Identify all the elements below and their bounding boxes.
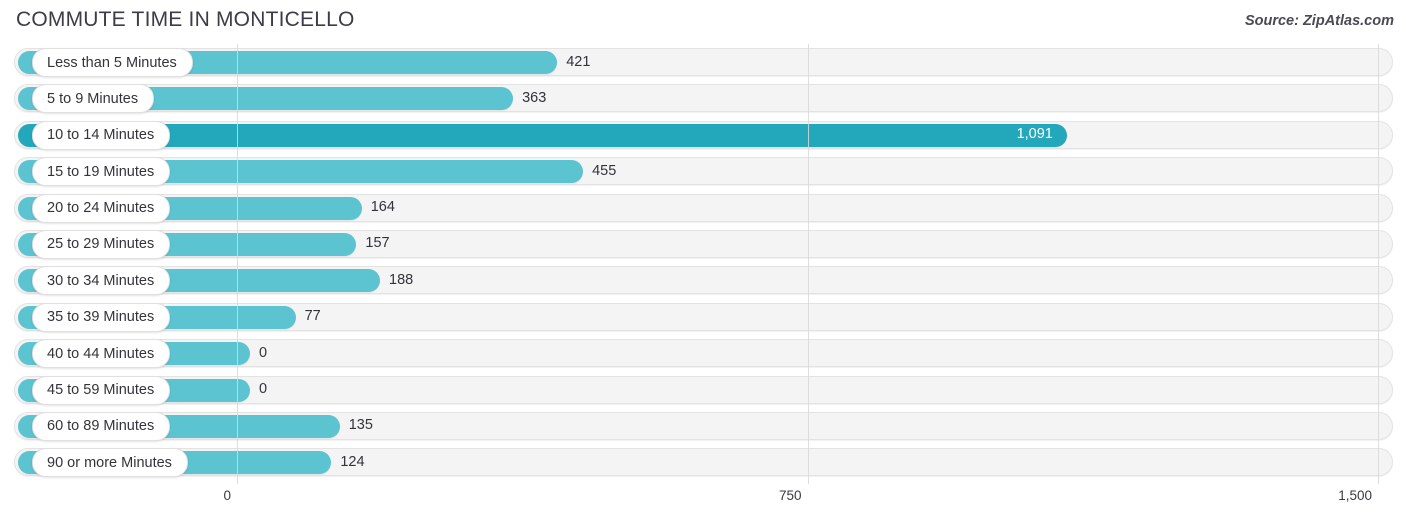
bar-value-label: 77 <box>304 308 321 325</box>
bar-category-label: 30 to 34 Minutes <box>32 266 171 296</box>
bar-category-label: 40 to 44 Minutes <box>32 339 171 369</box>
bar-value-label: 363 <box>522 89 547 106</box>
bar-value-label: 0 <box>259 381 268 398</box>
bar-value-label: 124 <box>340 453 365 470</box>
table-row[interactable]: 10 to 14 Minutes 1,091 <box>0 117 1406 153</box>
chart-header: COMMUTE TIME IN MONTICELLO Source: ZipAt… <box>0 0 1406 44</box>
bar-category-label: 35 to 39 Minutes <box>32 302 171 332</box>
plot-area: Less than 5 Minutes 421 5 to 9 Minutes 363 1… <box>0 44 1406 484</box>
table-row[interactable]: 25 to 29 Minutes 157 <box>0 226 1406 262</box>
bar-category-label: 90 or more Minutes <box>32 448 188 478</box>
commute-time-bar-chart: COMMUTE TIME IN MONTICELLO Source: ZipAt… <box>0 0 1406 522</box>
bar-category-label: 45 to 59 Minutes <box>32 375 171 405</box>
table-row[interactable]: 30 to 34 Minutes 188 <box>0 262 1406 298</box>
bar-category-label: 15 to 19 Minutes <box>32 157 171 187</box>
table-row[interactable]: 45 to 59 Minutes 0 <box>0 372 1406 408</box>
table-row[interactable]: 20 to 24 Minutes 164 <box>0 190 1406 226</box>
bar-value-label: 157 <box>365 235 390 252</box>
x-axis-tick-label: 750 <box>778 488 802 503</box>
bar-category-label: 20 to 24 Minutes <box>32 193 171 223</box>
table-row[interactable]: 15 to 19 Minutes 455 <box>0 153 1406 189</box>
x-axis: 0 750 1,500 <box>0 484 1406 522</box>
table-row[interactable]: 40 to 44 Minutes 0 <box>0 335 1406 371</box>
bar-value-label: 455 <box>592 162 617 179</box>
x-axis-tick-label: 1,500 <box>1338 488 1372 503</box>
bar-value-label: 188 <box>389 271 414 288</box>
bar-value-label: 1,091 <box>1016 126 1053 143</box>
table-row[interactable]: 90 or more Minutes 124 <box>0 444 1406 480</box>
page-title: COMMUTE TIME IN MONTICELLO <box>16 8 355 31</box>
x-axis-tick-label: 0 <box>223 488 231 503</box>
bar-value-label: 135 <box>348 417 373 434</box>
bar-category-label: 5 to 9 Minutes <box>32 84 155 114</box>
table-row[interactable]: 60 to 89 Minutes 135 <box>0 408 1406 444</box>
table-row[interactable]: Less than 5 Minutes 421 <box>0 44 1406 80</box>
bar-category-label: 25 to 29 Minutes <box>32 229 171 259</box>
bar-value-label: 421 <box>566 53 591 70</box>
table-row[interactable]: 5 to 9 Minutes 363 <box>0 80 1406 116</box>
bar-category-label: Less than 5 Minutes <box>32 48 193 77</box>
bar-value-label: 164 <box>370 199 395 216</box>
table-row[interactable]: 35 to 39 Minutes 77 <box>0 299 1406 335</box>
bar-value-label: 0 <box>259 344 268 361</box>
source-attribution: Source: ZipAtlas.com <box>1244 13 1394 29</box>
bar-category-label: 60 to 89 Minutes <box>32 411 171 441</box>
bar-row-list: Less than 5 Minutes 421 5 to 9 Minutes 363 1… <box>0 44 1406 481</box>
